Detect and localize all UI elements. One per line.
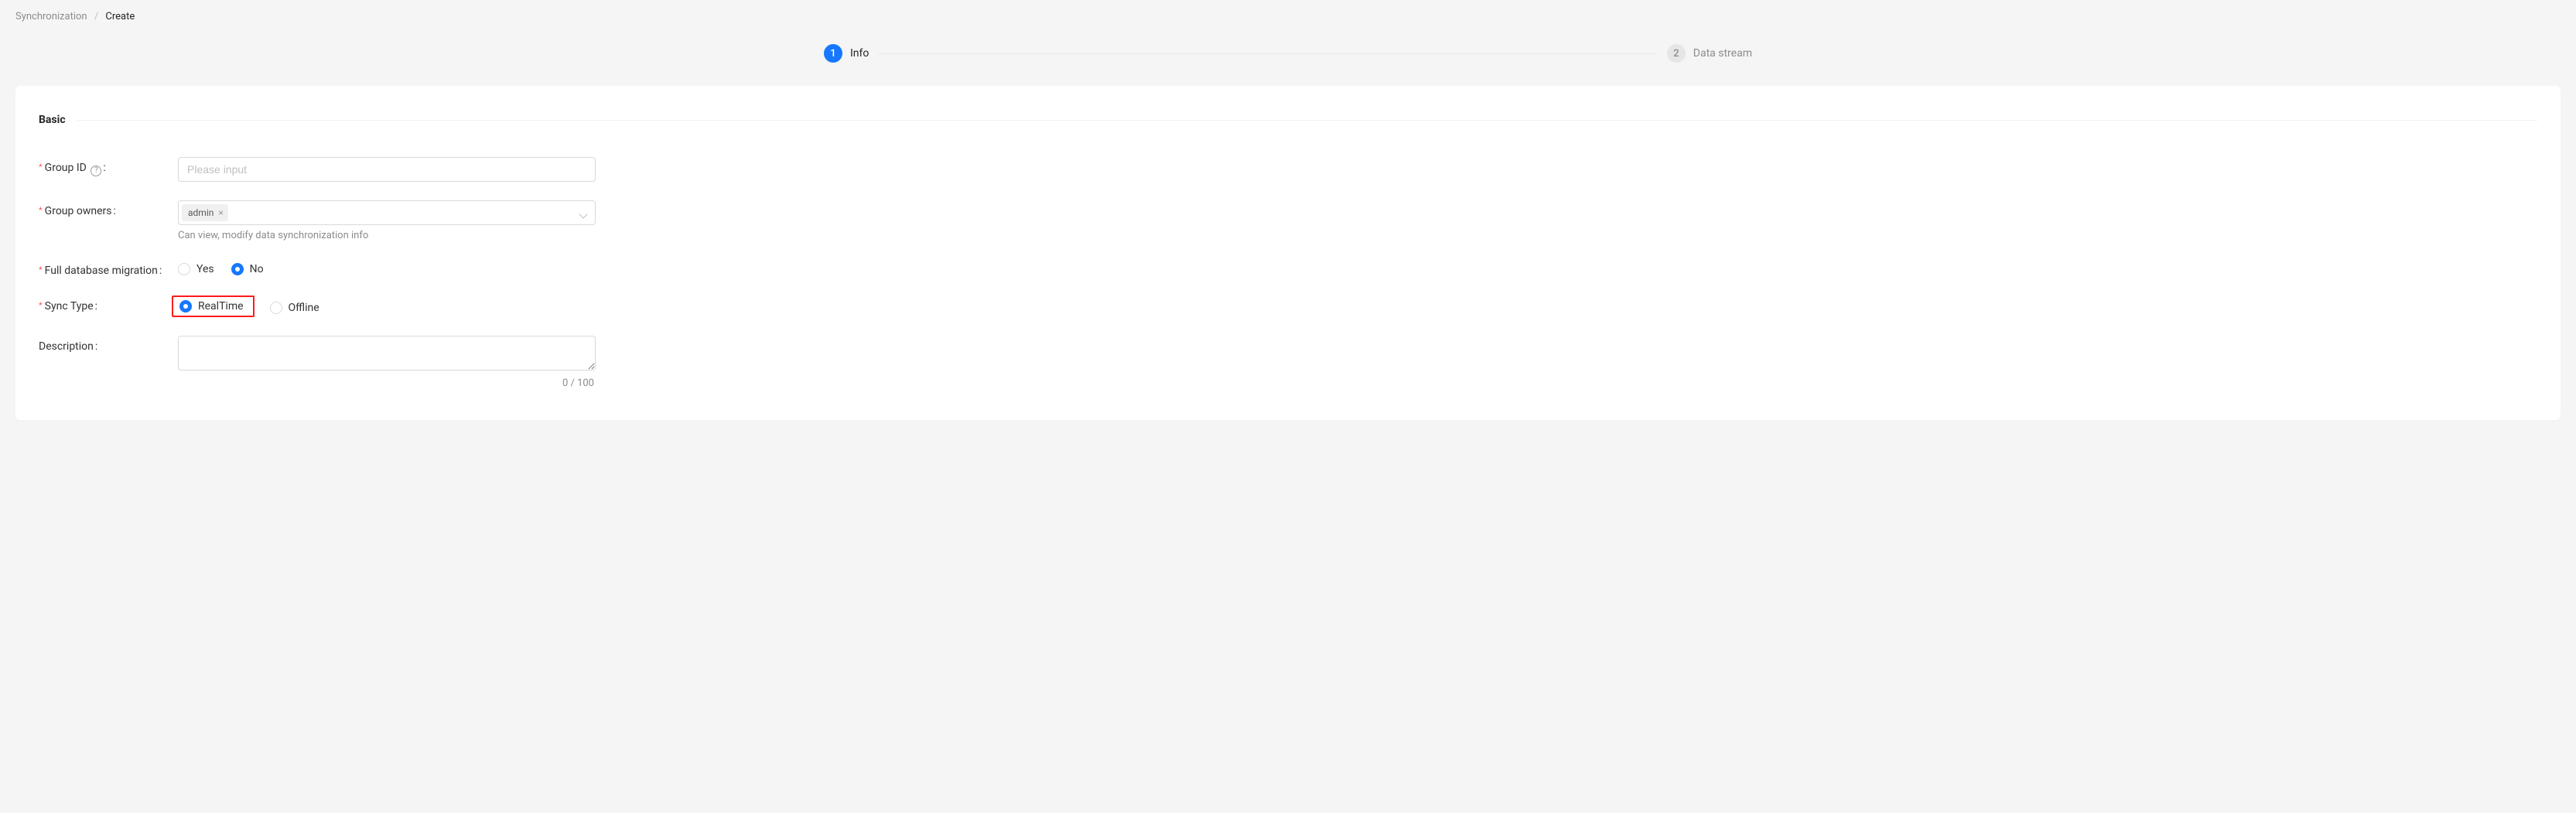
description-label: Description: — [39, 336, 178, 353]
step-label: Data stream — [1693, 47, 1752, 60]
required-star: * — [39, 300, 43, 311]
step-number: 2 — [1667, 44, 1686, 63]
required-star: * — [39, 162, 43, 173]
section-heading-basic: Basic — [39, 114, 2537, 126]
group-owners-label: *Group owners: — [39, 200, 178, 217]
step-info[interactable]: 1 Info — [824, 44, 869, 63]
description-textarea[interactable] — [178, 336, 596, 371]
field-sync-type: *Sync Type: RealTime Offline — [39, 295, 2537, 317]
required-star: * — [39, 205, 43, 216]
help-icon[interactable]: ? — [91, 166, 101, 176]
field-description: Description: 0 / 100 — [39, 336, 2537, 374]
radio-icon — [231, 263, 244, 275]
radio-icon — [179, 300, 192, 313]
field-full-db-migration: *Full database migration: Yes No — [39, 260, 2537, 277]
step-data-stream[interactable]: 2 Data stream — [1667, 44, 1752, 63]
group-owners-select[interactable]: admin × — [178, 200, 596, 225]
full-db-migration-label: *Full database migration: — [39, 260, 178, 277]
breadcrumb-current: Create — [105, 11, 135, 22]
full-db-migration-radio-group: Yes No — [178, 260, 596, 275]
owner-tag: admin × — [182, 204, 228, 221]
required-star: * — [39, 265, 43, 275]
group-owners-hint: Can view, modify data synchronization in… — [178, 230, 596, 241]
highlight-realtime: RealTime — [172, 295, 255, 317]
breadcrumb: Synchronization / Create — [15, 11, 2561, 22]
step-number: 1 — [824, 44, 842, 63]
form-card: Basic *Group ID ?: *Group owners: admin … — [15, 86, 2561, 420]
radio-no[interactable]: No — [231, 263, 264, 275]
breadcrumb-parent[interactable]: Synchronization — [15, 11, 87, 22]
section-divider — [77, 120, 2537, 121]
radio-yes[interactable]: Yes — [178, 263, 214, 275]
step-connector — [878, 53, 1657, 54]
radio-icon — [270, 302, 282, 314]
sync-type-radio-group: RealTime Offline — [178, 295, 596, 317]
field-group-owners: *Group owners: admin × Can view, modify … — [39, 200, 2537, 241]
radio-realtime[interactable]: RealTime — [179, 300, 244, 313]
group-id-input[interactable] — [178, 157, 596, 182]
sync-type-label: *Sync Type: — [39, 295, 178, 313]
stepper: 1 Info 2 Data stream — [824, 41, 1752, 81]
step-label: Info — [850, 47, 869, 60]
radio-offline[interactable]: Offline — [270, 302, 319, 314]
radio-icon — [178, 263, 190, 275]
description-char-count: 0 / 100 — [562, 377, 594, 389]
field-group-id: *Group ID ?: — [39, 157, 2537, 182]
section-title: Basic — [39, 114, 66, 126]
breadcrumb-separator: / — [94, 11, 98, 22]
group-id-label: *Group ID ?: — [39, 157, 178, 176]
close-icon[interactable]: × — [217, 208, 224, 217]
